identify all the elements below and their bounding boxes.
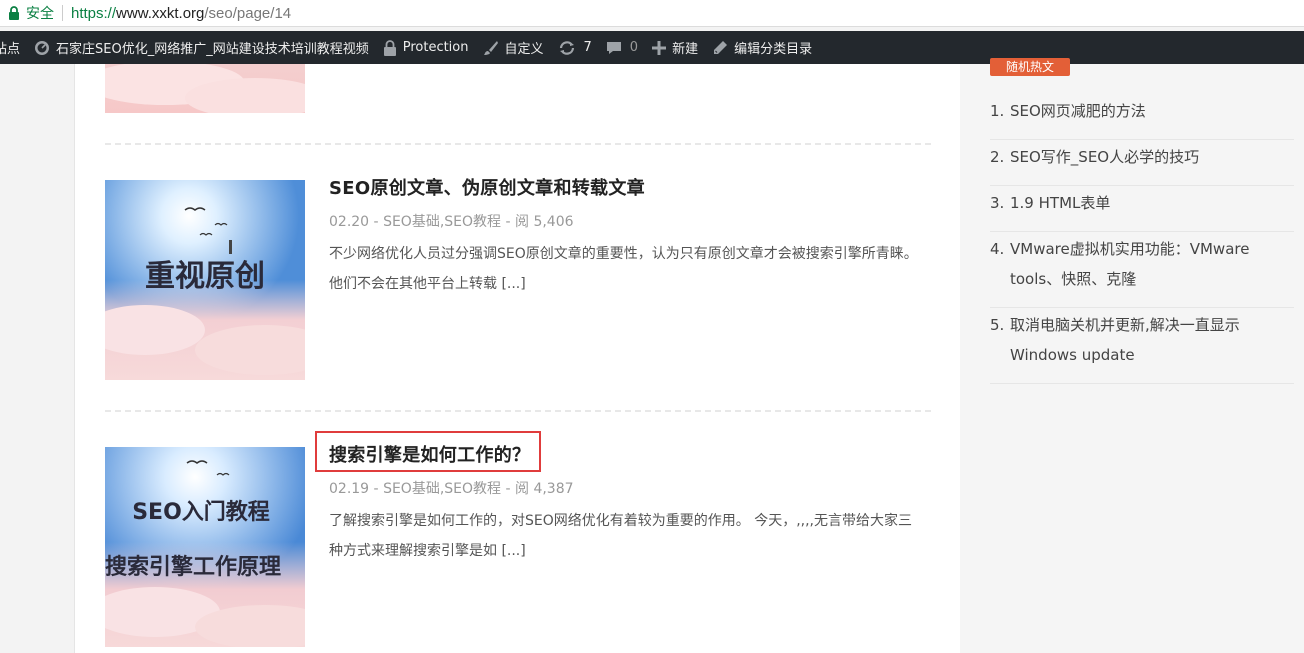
- brush-icon: [483, 40, 498, 55]
- post-item: 重视原创 SEO原创文章、伪原创文章和转载文章 02.20 - SEO基础,SE…: [105, 178, 931, 380]
- adminbar-new-label: 新建: [672, 42, 699, 57]
- adminbar-item-customize[interactable]: 自定义: [476, 31, 551, 64]
- meta-separator: -: [505, 214, 515, 230]
- updates-icon: [559, 40, 574, 55]
- popular-post-item[interactable]: 3. 1.9 HTML表单: [990, 186, 1294, 232]
- adminbar-edit-category-label: 编辑分类目录: [734, 42, 813, 57]
- admin-bar: 站点 石家庄SEO优化_网络推广_网站建设技术培训教程视频 Protection…: [0, 31, 1304, 64]
- sidebar-widget-badge: 随机热文: [990, 58, 1070, 76]
- post-divider: [105, 410, 931, 412]
- adminbar-item-edit-category[interactable]: 编辑分类目录: [705, 31, 819, 64]
- post-categories[interactable]: SEO基础,SEO教程: [383, 481, 501, 497]
- post-thumbnail[interactable]: 重视原创: [105, 180, 305, 380]
- lock-icon: [383, 39, 396, 56]
- post-thumbnail[interactable]: [105, 64, 305, 113]
- lock-icon: [9, 6, 19, 20]
- post-views: 阅 5,406: [515, 214, 574, 230]
- comments-count: 0: [629, 40, 639, 55]
- post-thumbnail[interactable]: SEO入门教程 搜索引擎工作原理: [105, 447, 305, 647]
- popular-post-item[interactable]: 5. 取消电脑关机并更新,解决一直显示Windows update: [990, 308, 1294, 384]
- popular-post-item[interactable]: 1. SEO网页减肥的方法: [990, 94, 1294, 140]
- popular-post-number: 1.: [990, 102, 1005, 120]
- popular-post-number: 3.: [990, 194, 1005, 212]
- post-meta: 02.20 - SEO基础,SEO教程 - 阅 5,406: [329, 211, 574, 231]
- popular-post-item[interactable]: 4. VMware虚拟机实用功能：VMware tools、快照、克隆: [990, 232, 1294, 308]
- post-date: 02.20: [329, 214, 370, 230]
- thumbnail-text-line2: 搜索引擎工作原理: [105, 555, 281, 580]
- popular-post-title[interactable]: 1.9 HTML表单: [1010, 194, 1110, 212]
- post-list: 重视原创 SEO原创文章、伪原创文章和转载文章 02.20 - SEO基础,SE…: [74, 64, 960, 653]
- popular-post-title[interactable]: SEO写作_SEO人必学的技巧: [1010, 148, 1199, 166]
- post-excerpt: 不少网络优化人员过分强调SEO原创文章的重要性，认为只有原创文章才会被搜索引擎所…: [329, 246, 918, 292]
- pencil-icon: [714, 40, 728, 54]
- post-date: 02.19: [329, 481, 370, 497]
- sidebar: 随机热文 1. SEO网页减肥的方法 2. SEO写作_SEO人必学的技巧 3. 1.…: [960, 58, 1304, 653]
- post-title-link[interactable]: SEO原创文章、伪原创文章和转载文章: [329, 174, 645, 200]
- popular-post-number: 4.: [990, 240, 1005, 258]
- adminbar-protection-label: Protection: [402, 40, 469, 55]
- adminbar-item-comments[interactable]: 0: [599, 31, 645, 64]
- post-divider: [105, 143, 931, 145]
- updates-count: 7: [583, 40, 592, 55]
- plus-icon: [652, 40, 667, 55]
- adminbar-item-protection[interactable]: Protection: [376, 31, 476, 64]
- thumbnail-text-line1: SEO入门教程: [132, 499, 270, 525]
- adminbar-item-site[interactable]: 站点: [0, 31, 27, 64]
- secure-label: 安全: [26, 5, 54, 21]
- popular-post-item[interactable]: 2. SEO写作_SEO人必学的技巧: [990, 140, 1294, 186]
- post-meta: 02.19 - SEO基础,SEO教程 - 阅 4,387: [329, 478, 574, 498]
- url-text[interactable]: https://www.xxkt.org/seo/page/14: [71, 5, 291, 22]
- popular-post-number: 2.: [990, 148, 1005, 166]
- thumbnail-image: 重视原创: [105, 180, 305, 380]
- adminbar-site-label: 站点: [0, 42, 21, 57]
- adminbar-customize-label: 自定义: [504, 42, 544, 57]
- popular-post-title[interactable]: SEO网页减肥的方法: [1010, 102, 1146, 120]
- thumbnail-image: SEO入门教程 搜索引擎工作原理: [105, 447, 305, 647]
- address-separator: [62, 5, 63, 21]
- comment-icon: [606, 41, 621, 54]
- post-views: 阅 4,387: [515, 481, 574, 497]
- address-bar[interactable]: 安全 https://www.xxkt.org/seo/page/14: [0, 0, 1304, 27]
- thumbnail-image: [105, 64, 305, 113]
- adminbar-item-dashboard[interactable]: 石家庄SEO优化_网络推广_网站建设技术培训教程视频: [27, 31, 376, 64]
- post-item-partial: [105, 64, 931, 113]
- adminbar-item-new[interactable]: 新建: [645, 31, 705, 64]
- post-excerpt: 了解搜索引擎是如何工作的，对SEO网络优化有着较为重要的作用。 今天，,,,,无…: [329, 513, 913, 559]
- popular-post-number: 5.: [990, 316, 1005, 334]
- meta-separator: -: [373, 214, 384, 230]
- post-item: SEO入门教程 搜索引擎工作原理 搜索引擎是如何工作的？ 02.19 - SEO…: [105, 445, 931, 647]
- dashboard-icon: [35, 40, 50, 55]
- adminbar-item-updates[interactable]: 7: [551, 31, 599, 64]
- popular-post-title[interactable]: 取消电脑关机并更新,解决一直显示Windows update: [1010, 316, 1240, 364]
- highlight-annotation-box: [315, 431, 541, 472]
- adminbar-dashboard-label: 石家庄SEO优化_网络推广_网站建设技术培训教程视频: [56, 42, 369, 57]
- meta-separator: -: [373, 481, 384, 497]
- meta-separator: -: [505, 481, 515, 497]
- thumbnail-text: 重视原创: [145, 259, 265, 294]
- popular-post-title[interactable]: VMware虚拟机实用功能：VMware tools、快照、克隆: [1010, 240, 1249, 288]
- post-categories[interactable]: SEO基础,SEO教程: [383, 214, 501, 230]
- popular-posts-list: 1. SEO网页减肥的方法 2. SEO写作_SEO人必学的技巧 3. 1.9 HTM…: [990, 94, 1294, 384]
